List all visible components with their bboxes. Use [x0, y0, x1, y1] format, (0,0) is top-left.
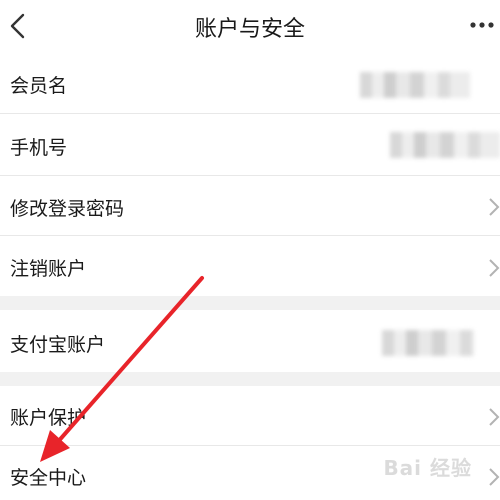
top-nav-bar: 账户与安全	[0, 0, 500, 52]
row-label-change-password: 修改登录密码	[10, 198, 125, 220]
chevron-right-icon	[489, 468, 500, 486]
row-label-account-protection: 账户保护	[10, 407, 87, 429]
more-button[interactable]	[468, 14, 496, 36]
alipay-value-redacted	[382, 330, 474, 356]
page-title: 账户与安全	[194, 17, 305, 42]
section-gap	[0, 372, 500, 386]
member-name-value-redacted	[360, 72, 470, 98]
chevron-right-icon	[489, 259, 500, 277]
row-label-alipay-account: 支付宝账户	[10, 334, 106, 356]
chevron-right-icon	[489, 408, 500, 426]
row-change-password[interactable]: 修改登录密码	[0, 176, 500, 236]
row-phone[interactable]: 手机号	[0, 114, 500, 176]
row-alipay-account[interactable]: 支付宝账户	[0, 310, 500, 372]
row-label-member-name: 会员名	[10, 75, 68, 97]
phone-value-redacted	[390, 132, 500, 158]
row-member-name[interactable]: 会员名	[0, 52, 500, 114]
section-gap	[0, 296, 500, 310]
chevron-right-icon	[489, 198, 500, 216]
row-label-cancel-account: 注销账户	[10, 258, 87, 280]
more-dots-icon	[470, 22, 494, 28]
row-account-protection[interactable]: 账户保护	[0, 386, 500, 446]
row-cancel-account[interactable]: 注销账户	[0, 236, 500, 296]
row-label-phone: 手机号	[10, 137, 68, 159]
row-label-security-center: 安全中心	[10, 467, 87, 489]
watermark: Bai 经验	[383, 456, 472, 480]
